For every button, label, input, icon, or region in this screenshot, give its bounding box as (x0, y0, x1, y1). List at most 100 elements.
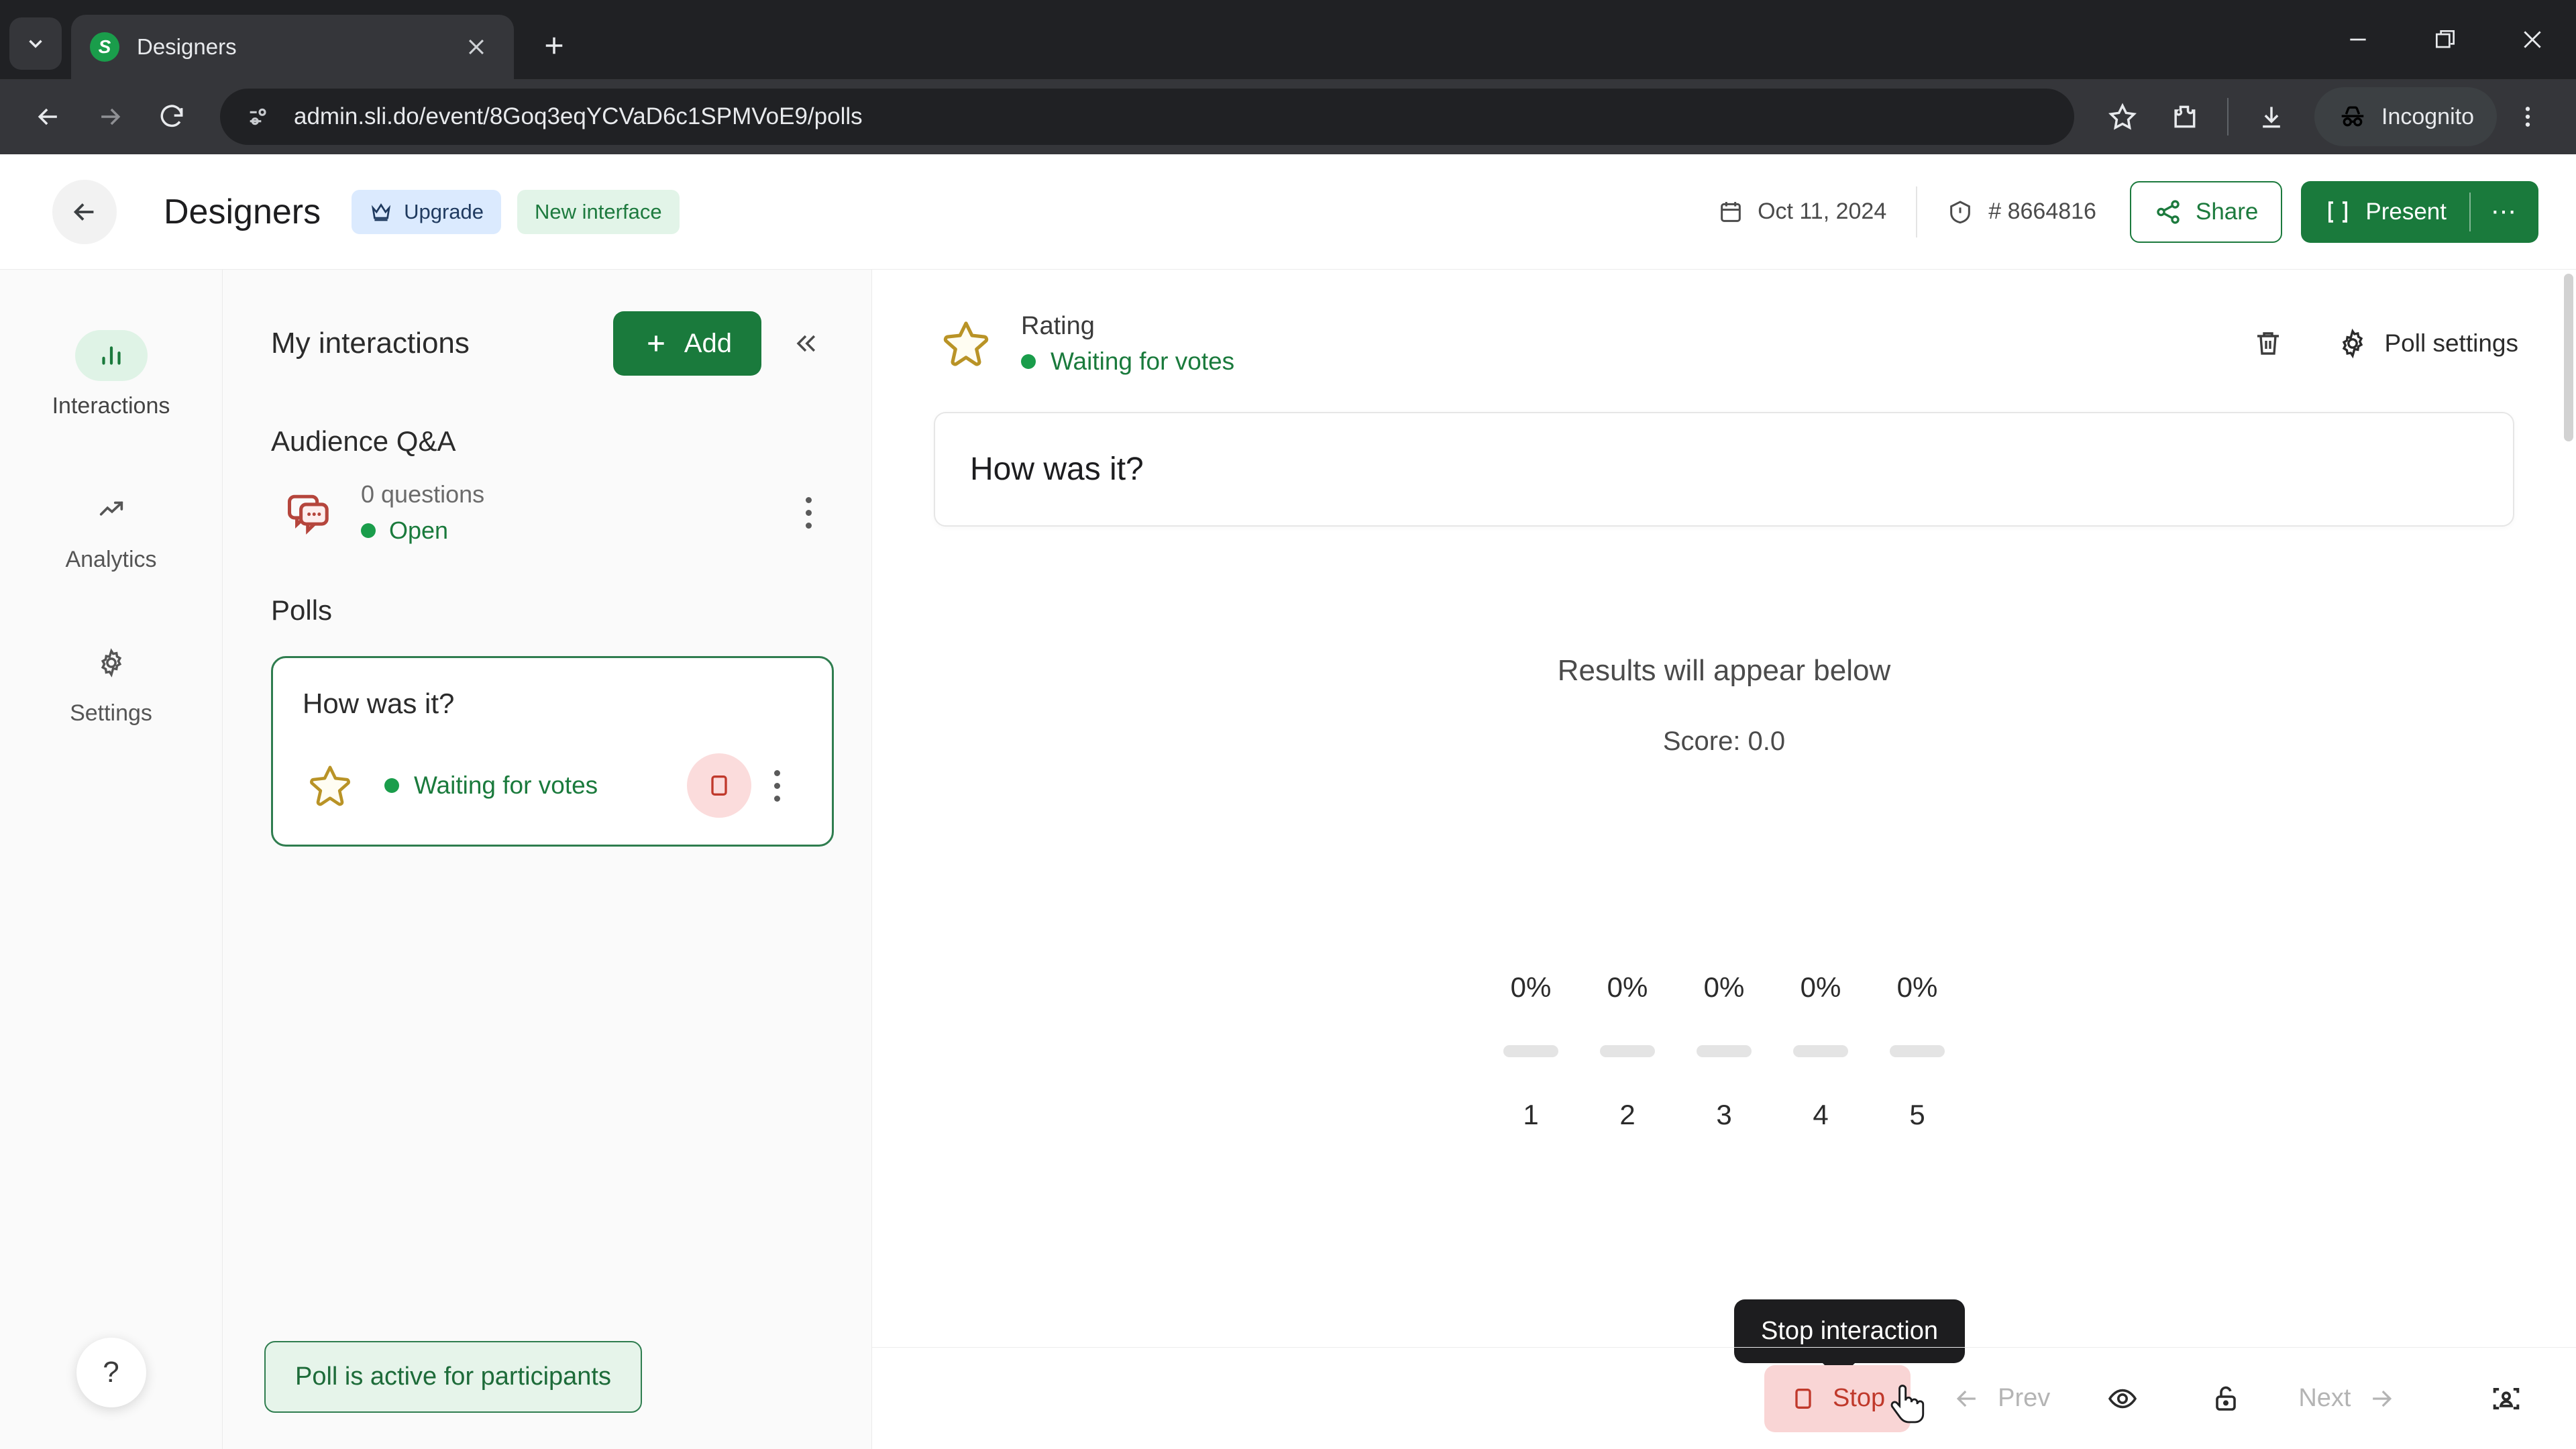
participant-view-button[interactable] (2475, 1368, 2537, 1430)
rating-bar (1793, 1045, 1848, 1057)
rating-bar (1697, 1045, 1752, 1057)
prev-button-label: Prev (1998, 1384, 2051, 1412)
poll-card-question: How was it? (303, 688, 455, 719)
collapse-panel-button[interactable] (777, 315, 834, 372)
status-dot-icon (384, 778, 399, 793)
incognito-indicator[interactable]: Incognito (2314, 87, 2497, 146)
stop-button-label: Stop (1833, 1384, 1886, 1412)
present-button-main[interactable]: Present (2301, 181, 2469, 243)
page-scrollbar[interactable] (2561, 270, 2576, 1449)
kebab-menu-icon (2525, 107, 2530, 127)
new-interface-badge[interactable]: New interface (517, 189, 680, 234)
extensions-button[interactable] (2153, 86, 2215, 148)
window-close-button[interactable] (2489, 0, 2576, 79)
url-text: admin.sli.do/event/8Goq3eqYCVaD6c1SPMVoE… (294, 103, 863, 129)
lock-button[interactable] (2195, 1368, 2257, 1430)
poll-status-label: Waiting for votes (1051, 347, 1235, 375)
rating-column: 0% 5 (1869, 971, 1966, 1131)
share-button[interactable]: Share (2129, 180, 2283, 243)
reload-button[interactable] (141, 86, 203, 148)
help-button[interactable]: ? (76, 1338, 146, 1407)
restore-icon (2435, 30, 2455, 48)
plus-icon (648, 335, 664, 352)
page-title: Designers (164, 192, 321, 231)
preview-button[interactable] (2092, 1368, 2153, 1430)
window-controls (2314, 0, 2576, 79)
close-icon (468, 39, 484, 55)
share-button-label: Share (2195, 198, 2259, 225)
poll-header: Rating Waiting for votes Poll settings (872, 270, 2576, 376)
next-button[interactable]: Next (2298, 1384, 2396, 1413)
downloads-button[interactable] (2241, 86, 2302, 148)
sidebar-item-analytics-label: Analytics (65, 547, 157, 572)
prev-button[interactable]: Prev (1952, 1384, 2050, 1413)
site-settings-icon[interactable] (240, 98, 278, 136)
new-tab-button[interactable] (529, 20, 580, 71)
extensions-puzzle-icon (2174, 105, 2196, 128)
rating-label: 1 (1523, 1099, 1539, 1130)
poll-header-text: Rating Waiting for votes (1021, 312, 2237, 376)
qa-list-item[interactable]: 0 questions Open (223, 458, 871, 545)
address-bar[interactable]: admin.sli.do/event/8Goq3eqYCVaD6c1SPMVoE… (220, 89, 2074, 145)
sidebar-item-settings-label: Settings (70, 700, 152, 726)
delete-poll-button[interactable] (2237, 313, 2299, 374)
tab-search-button[interactable] (9, 17, 62, 70)
browser-tab[interactable]: S Designers (71, 15, 514, 79)
forward-button[interactable] (79, 86, 141, 148)
star-outline-icon (934, 311, 998, 376)
poll-card-menu-button[interactable] (751, 753, 802, 818)
back-button[interactable] (17, 86, 79, 148)
scrollbar-thumb[interactable] (2564, 274, 2573, 441)
participant-frame-icon (2493, 1387, 2520, 1409)
gear-icon (75, 637, 148, 688)
rating-label: 4 (1813, 1099, 1829, 1130)
star-icon (2108, 103, 2137, 130)
results-score: Score: 0.0 (1662, 727, 1786, 756)
sidebar-item-interactions[interactable]: Interactions (0, 330, 222, 419)
arrow-left-icon (73, 203, 94, 221)
info-circle-icon (1950, 200, 1971, 223)
present-more-button[interactable]: ⋯ (2471, 181, 2538, 243)
interactions-panel: My interactions Add Audience Q&A 0 quest… (223, 270, 872, 1449)
poll-settings-button[interactable]: Poll settings (2337, 327, 2518, 360)
event-back-button[interactable] (52, 179, 117, 244)
rating-column: 0% 2 (1579, 971, 1676, 1131)
poll-status: Waiting for votes (1021, 347, 2237, 376)
tab-strip: S Designers (0, 0, 2576, 79)
bookmark-button[interactable] (2092, 86, 2153, 148)
sidebar-item-analytics[interactable]: Analytics (0, 484, 222, 573)
stop-square-icon (711, 775, 727, 796)
tab-close-button[interactable] (458, 28, 495, 66)
incognito-hat-icon (2341, 106, 2364, 127)
arrow-right-icon (2373, 1390, 2392, 1407)
rating-chart: 0% 1 0% 2 0% 3 0% 4 0% 5 (1483, 971, 1966, 1131)
event-code[interactable]: # 8664816 (1947, 199, 2096, 225)
present-button[interactable]: Present ⋯ (2301, 180, 2538, 243)
poll-question-input[interactable]: How was it? (934, 412, 2514, 527)
qa-status-label: Open (389, 517, 449, 544)
window-maximize-button[interactable] (2402, 0, 2489, 79)
event-date[interactable]: Oct 11, 2024 (1717, 199, 1886, 225)
eye-icon (2108, 1389, 2137, 1408)
qa-menu-button[interactable] (783, 480, 834, 545)
sidebar-item-settings[interactable]: Settings (0, 637, 222, 727)
toolbar-left: Stop Prev Next (872, 1364, 2434, 1432)
stop-square-icon (1795, 1388, 1811, 1409)
poll-card[interactable]: How was it? Waiting for votes (271, 656, 834, 847)
header-divider (1916, 186, 1918, 237)
rating-bar (1503, 1045, 1558, 1057)
nav-rail: Interactions Analytics Settings ? (0, 270, 223, 1449)
poll-question-value: How was it? (970, 451, 1144, 487)
slido-logo-icon: S (90, 32, 119, 62)
poll-toolbar: Stop Prev Next (872, 1347, 2576, 1449)
present-frame-icon (2328, 201, 2348, 223)
mouse-cursor (1890, 1385, 1925, 1424)
browser-menu-button[interactable] (2497, 86, 2559, 148)
window-minimize-button[interactable] (2314, 0, 2402, 79)
add-interaction-button[interactable]: Add (612, 311, 761, 376)
upgrade-badge[interactable]: Upgrade (352, 189, 502, 234)
rating-bar (1600, 1045, 1655, 1057)
kebab-menu-icon (773, 769, 780, 776)
event-date-label: Oct 11, 2024 (1758, 199, 1887, 224)
poll-card-stop-button[interactable] (687, 753, 751, 818)
